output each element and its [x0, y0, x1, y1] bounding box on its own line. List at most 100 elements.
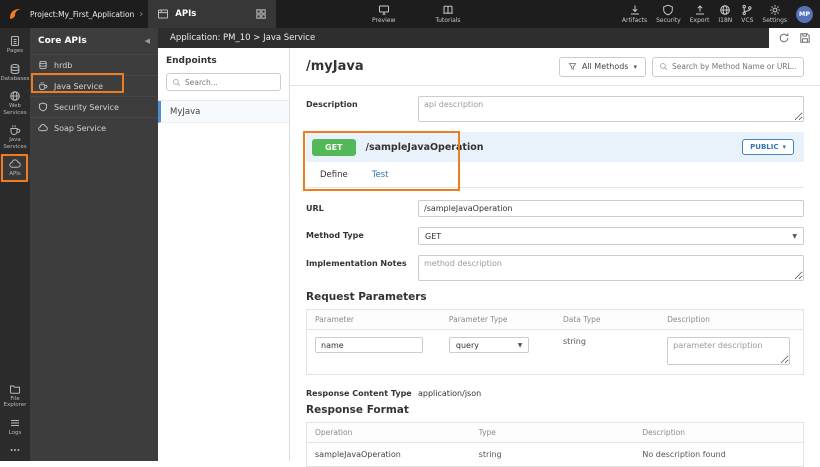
brand-logo-icon — [7, 6, 24, 23]
core-item-hrdb[interactable]: hrdb — [30, 54, 158, 75]
sidebar-item-logs[interactable]: Logs — [0, 414, 30, 440]
implementation-notes-textarea[interactable]: method description — [418, 255, 804, 281]
app-header-bar: Application: PM_10 > Java Service — [158, 28, 820, 48]
endpoint-item-myjava[interactable]: MyJava — [158, 101, 289, 123]
download-icon — [629, 4, 641, 16]
project-name: Project:My_First_Application — [30, 9, 135, 19]
response-content-type-value: application/json — [418, 389, 482, 398]
response-type: string — [478, 450, 502, 459]
sidebar-item-pages[interactable]: Pages — [0, 32, 30, 58]
all-methods-dropdown[interactable]: All Methods ▾ — [558, 56, 646, 77]
tutorials-button[interactable]: Tutorials — [435, 0, 461, 28]
settings-label: Settings — [762, 17, 787, 24]
sidebar-item-apis[interactable]: APIs — [0, 155, 30, 181]
description-label: Description — [306, 100, 358, 109]
chevron-down-icon: ▾ — [633, 62, 637, 71]
core-item-label: hrdb — [54, 60, 73, 70]
response-operation: sampleJavaOperation — [315, 450, 401, 459]
table-header-row: Operation Type Description — [307, 423, 803, 443]
core-item-java-service[interactable]: Java Service — [30, 75, 158, 96]
chevron-down-icon: ▾ — [782, 143, 786, 151]
core-apis-header: Core APIs ◀ — [30, 28, 158, 54]
tab-apis[interactable]: APIs — [148, 0, 277, 28]
operation-header[interactable]: GET /sampleJavaOperation PUBLIC ▾ — [306, 132, 804, 162]
more-dots-icon — [9, 444, 21, 456]
filter-funnel-icon — [568, 62, 577, 71]
refresh-icon[interactable] — [778, 32, 790, 44]
shield-icon — [38, 102, 48, 112]
core-item-label: Security Service — [54, 102, 119, 112]
grid-icon[interactable] — [255, 8, 267, 20]
preview-button[interactable]: Preview — [372, 0, 395, 28]
select-caret-icon: ▼ — [517, 341, 523, 349]
export-button[interactable]: Export — [689, 4, 710, 24]
cloud-api-icon — [9, 158, 21, 170]
public-visibility-button[interactable]: PUBLIC ▾ — [742, 139, 794, 155]
sidebar-item-web-services[interactable]: Web Services — [0, 87, 30, 119]
operation-path: /sampleJavaOperation — [365, 141, 484, 153]
sidebar-item-java-services[interactable]: Java Services — [0, 121, 30, 153]
endpoints-title: Endpoints — [166, 56, 217, 66]
preview-label: Preview — [372, 17, 396, 24]
sidebar-item-file-explorer[interactable]: File Explorer — [0, 380, 30, 412]
security-button[interactable]: Security — [656, 4, 681, 24]
sidebar-item-label: Logs — [8, 429, 22, 436]
description-row: Description api description — [306, 96, 804, 122]
user-avatar[interactable]: MP — [796, 5, 813, 23]
topbar-center: Preview Tutorials — [372, 0, 461, 28]
core-item-soap-service[interactable]: Soap Service — [30, 117, 158, 138]
sidebar-item-label: Databases — [0, 75, 30, 82]
tab-define[interactable]: Define — [320, 170, 348, 180]
response-description: No description found — [642, 450, 726, 459]
chevron-right-icon: › — [139, 8, 144, 20]
response-content-type-label: Response Content Type — [306, 389, 412, 398]
param-description-textarea[interactable]: parameter description — [667, 337, 790, 365]
url-row: URL — [306, 200, 804, 217]
collapse-panel-icon[interactable]: ◀ — [145, 37, 150, 45]
tab-apis-label: APIs — [175, 9, 197, 19]
core-item-security-service[interactable]: Security Service — [30, 96, 158, 117]
endpoints-search — [166, 73, 281, 91]
url-label: URL — [306, 204, 324, 213]
i18n-label: I18N — [718, 17, 733, 24]
settings-button[interactable]: Settings — [762, 4, 787, 24]
public-label: PUBLIC — [750, 143, 779, 151]
sidebar-item-databases[interactable]: Databases — [0, 60, 30, 86]
vcs-label: VCS — [741, 17, 754, 24]
breadcrumb: Application: PM_10 > Java Service — [170, 33, 316, 43]
core-item-label: Java Service — [54, 81, 104, 91]
shield-icon — [662, 4, 674, 16]
select-caret-icon: ▼ — [792, 232, 797, 240]
core-apis-title: Core APIs — [38, 36, 87, 46]
core-item-label: Soap Service — [54, 123, 107, 133]
endpoints-header: Endpoints — [158, 48, 289, 101]
artifacts-label: Artifacts — [621, 17, 648, 24]
method-type-select[interactable]: GET ▼ — [418, 227, 804, 245]
method-search-input[interactable] — [672, 62, 797, 71]
sidebar-item-more[interactable] — [0, 441, 30, 459]
param-type-select[interactable]: query ▼ — [448, 337, 530, 353]
param-data-type: string — [562, 337, 586, 346]
service-header: /myJava All Methods ▾ — [290, 48, 820, 86]
param-name-input[interactable] — [315, 337, 424, 353]
save-icon[interactable] — [799, 32, 811, 44]
export-label: Export — [689, 17, 710, 24]
tab-test[interactable]: Test — [372, 170, 389, 180]
param-type-value: query — [455, 340, 479, 350]
request-parameters-heading: Request Parameters — [306, 291, 427, 303]
i18n-button[interactable]: I18N — [718, 4, 732, 24]
endpoints-search-input[interactable] — [185, 77, 275, 87]
security-label: Security — [656, 17, 681, 24]
response-format-table: Operation Type Description sampleJavaOpe… — [306, 422, 804, 467]
method-badge-get[interactable]: GET — [312, 138, 356, 156]
col-description: Description — [667, 315, 710, 324]
service-body: Description api description GET /sampleJ… — [290, 86, 820, 467]
sidebar-item-label: APIs — [9, 171, 21, 177]
col-type: Type — [478, 428, 496, 437]
service-header-actions: All Methods ▾ — [558, 56, 804, 77]
artifacts-button[interactable]: Artifacts — [622, 4, 647, 24]
all-methods-label: All Methods — [581, 62, 629, 71]
vcs-button[interactable]: VCS — [741, 4, 753, 24]
url-input[interactable] — [418, 200, 804, 217]
description-textarea[interactable]: api description — [418, 96, 804, 122]
